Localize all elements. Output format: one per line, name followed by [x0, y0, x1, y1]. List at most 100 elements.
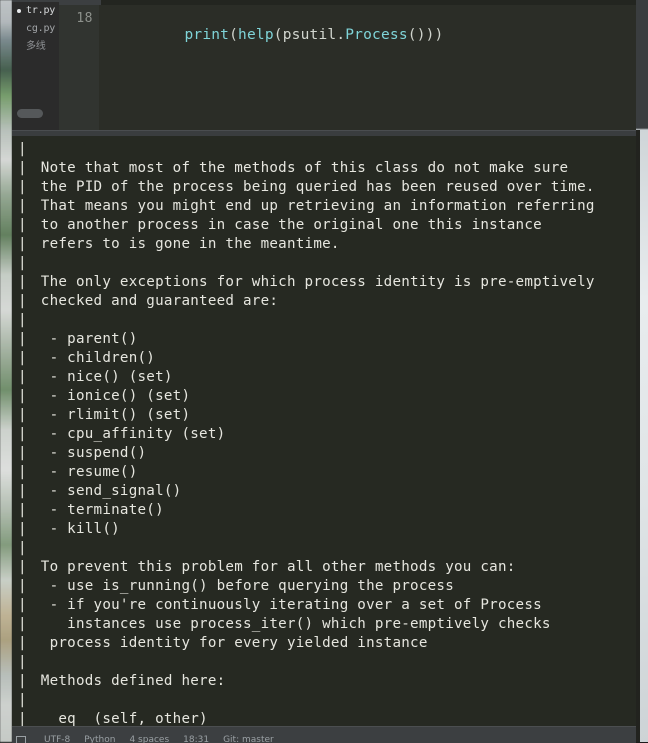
terminal-gutter-bar: | — [12, 501, 32, 520]
terminal-line-text: - send_signal() — [32, 483, 181, 499]
terminal-gutter-bar: | — [12, 425, 32, 444]
terminal-line: | to another process in case the origina… — [12, 216, 595, 235]
project-sidebar[interactable]: tr.py cg.py 多线 — [12, 0, 59, 130]
terminal-line: | - ionice() (set) — [12, 387, 595, 406]
top-zone: tr.py cg.py 多线 18 print(help(psutil.Proc… — [12, 0, 648, 130]
terminal-line: | - rlimit() (set) — [12, 406, 595, 425]
terminal-line: | - kill() — [12, 520, 595, 539]
terminal-line: | checked and guaranteed are: — [12, 292, 595, 311]
terminal-line: | - use is_running() before querying the… — [12, 577, 595, 596]
terminal-gutter-bar: | — [12, 235, 32, 254]
terminal-line-text: - ionice() (set) — [32, 388, 190, 404]
terminal-text-body: || Note that most of the methods of this… — [12, 136, 595, 726]
terminal-gutter-bar: | — [12, 330, 32, 349]
editor-gutter[interactable]: 18 — [59, 5, 99, 130]
terminal-gutter-bar: | — [12, 577, 32, 596]
terminal-line-text: - terminate() — [32, 502, 164, 518]
terminal-line: | - cpu_affinity (set) — [12, 425, 595, 444]
terminal-gutter-bar: | — [12, 463, 32, 482]
terminal-line: | Note that most of the methods of this … — [12, 159, 595, 178]
terminal-line: | — [12, 539, 595, 558]
terminal-line: | - resume() — [12, 463, 595, 482]
terminal-gutter-bar: | — [12, 387, 32, 406]
terminal-gutter-bar: | — [12, 691, 32, 710]
terminal-gutter-bar: | — [12, 539, 32, 558]
sidebar-item-tr-py[interactable]: tr.py — [12, 2, 59, 20]
terminal-line: | - terminate() — [12, 501, 595, 520]
terminal-gutter-bar: | — [12, 292, 32, 311]
status-bar[interactable]: UTF-8Python4 spaces18:31Git: master — [12, 726, 636, 743]
editor-tab-strip-right — [101, 0, 648, 5]
terminal-line-text: __eq__(self, other) — [32, 711, 208, 726]
code-token-help: help — [238, 27, 274, 43]
terminal-line-text: - kill() — [32, 521, 120, 537]
terminal-line-text: - if you're continuously iterating over … — [32, 597, 542, 613]
line-number: 18 — [76, 11, 93, 26]
terminal-line: | Methods defined here: — [12, 672, 595, 691]
terminal-line: | — [12, 311, 595, 330]
terminal-line-text: Methods defined here: — [32, 673, 225, 689]
code-editor[interactable]: 18 print(help(psutil.Process())) — [59, 0, 648, 130]
terminal-line-text: to another process in case the original … — [32, 217, 542, 233]
terminal-gutter-bar: | — [12, 216, 32, 235]
sidebar-item-cg-py[interactable]: cg.py — [12, 20, 59, 38]
terminal-line-text: refers to is gone in the meantime. — [32, 236, 340, 252]
sidebar-item-label: cg.py — [26, 23, 55, 34]
terminal-line: | - if you're continuously iterating ove… — [12, 596, 595, 615]
terminal-gutter-bar: | — [12, 596, 32, 615]
terminal-line: | To prevent this problem for all other … — [12, 558, 595, 577]
code-token-paren1: ( — [229, 27, 238, 43]
sidebar-item-label: 多线 — [26, 41, 46, 52]
code-token-dot: . — [336, 27, 345, 43]
terminal-gutter-bar: | — [12, 273, 32, 292]
terminal-line-text: - resume() — [32, 464, 138, 480]
terminal-line-text: To prevent this problem for all other me… — [32, 559, 516, 575]
terminal-line: | the PID of the process being queried h… — [12, 178, 595, 197]
terminal-line: | — [12, 254, 595, 273]
terminal-line: | - nice() (set) — [12, 368, 595, 387]
terminal-line-text: - parent() — [32, 331, 138, 347]
terminal-line: | - parent() — [12, 330, 595, 349]
terminal-gutter-bar: | — [12, 520, 32, 539]
terminal-gutter-bar: | — [12, 710, 32, 726]
terminal-line-text: process identity for every yielded insta… — [32, 635, 428, 651]
terminal-line: | - suspend() — [12, 444, 595, 463]
terminal-line: | That means you might end up retrieving… — [12, 197, 595, 216]
terminal-line: | instances use process_iter() which pre… — [12, 615, 595, 634]
terminal-line: | refers to is gone in the meantime. — [12, 235, 595, 254]
desktop-background-strip — [0, 0, 12, 742]
terminal-line: | — [12, 653, 595, 672]
code-token-process: Process — [345, 27, 408, 43]
terminal-gutter-bar: | — [12, 254, 32, 273]
terminal-line-text: - use is_running() before querying the p… — [32, 578, 454, 594]
modified-dot-icon — [17, 9, 21, 13]
code-line-18[interactable]: print(help(psutil.Process())) — [113, 11, 444, 59]
terminal-line: | __eq__(self, other) — [12, 710, 595, 726]
terminal-line-text: the PID of the process being queried has… — [32, 179, 595, 195]
sidebar-item-duoxian[interactable]: 多线 — [12, 38, 59, 56]
terminal-line-text: - cpu_affinity (set) — [32, 426, 225, 442]
sidebar-scroll-pill[interactable] — [17, 109, 43, 118]
terminal-line: | - children() — [12, 349, 595, 368]
terminal-gutter-bar: | — [12, 634, 32, 653]
terminal-output-panel[interactable]: || Note that most of the methods of this… — [12, 136, 636, 726]
terminal-gutter-bar: | — [12, 482, 32, 501]
terminal-line-text: - children() — [32, 350, 155, 366]
terminal-line-text: Note that most of the methods of this cl… — [32, 160, 568, 176]
right-edge-strip — [636, 0, 648, 742]
terminal-gutter-bar: | — [12, 444, 32, 463]
terminal-line: | The only exceptions for which process … — [12, 273, 595, 292]
terminal-gutter-bar: | — [12, 615, 32, 634]
terminal-gutter-bar: | — [12, 406, 32, 425]
terminal-line-text: checked and guaranteed are: — [32, 293, 278, 309]
terminal-gutter-bar: | — [12, 159, 32, 178]
terminal-gutter-bar: | — [12, 178, 32, 197]
terminal-gutter-bar: | — [12, 349, 32, 368]
terminal-line-text: - rlimit() (set) — [32, 407, 190, 423]
terminal-gutter-bar: | — [12, 197, 32, 216]
terminal-gutter-bar: | — [12, 368, 32, 387]
terminal-line-text: The only exceptions for which process id… — [32, 274, 595, 290]
terminal-gutter-bar: | — [12, 140, 32, 159]
terminal-gutter-bar: | — [12, 653, 32, 672]
terminal-line-text: That means you might end up retrieving a… — [32, 198, 595, 214]
